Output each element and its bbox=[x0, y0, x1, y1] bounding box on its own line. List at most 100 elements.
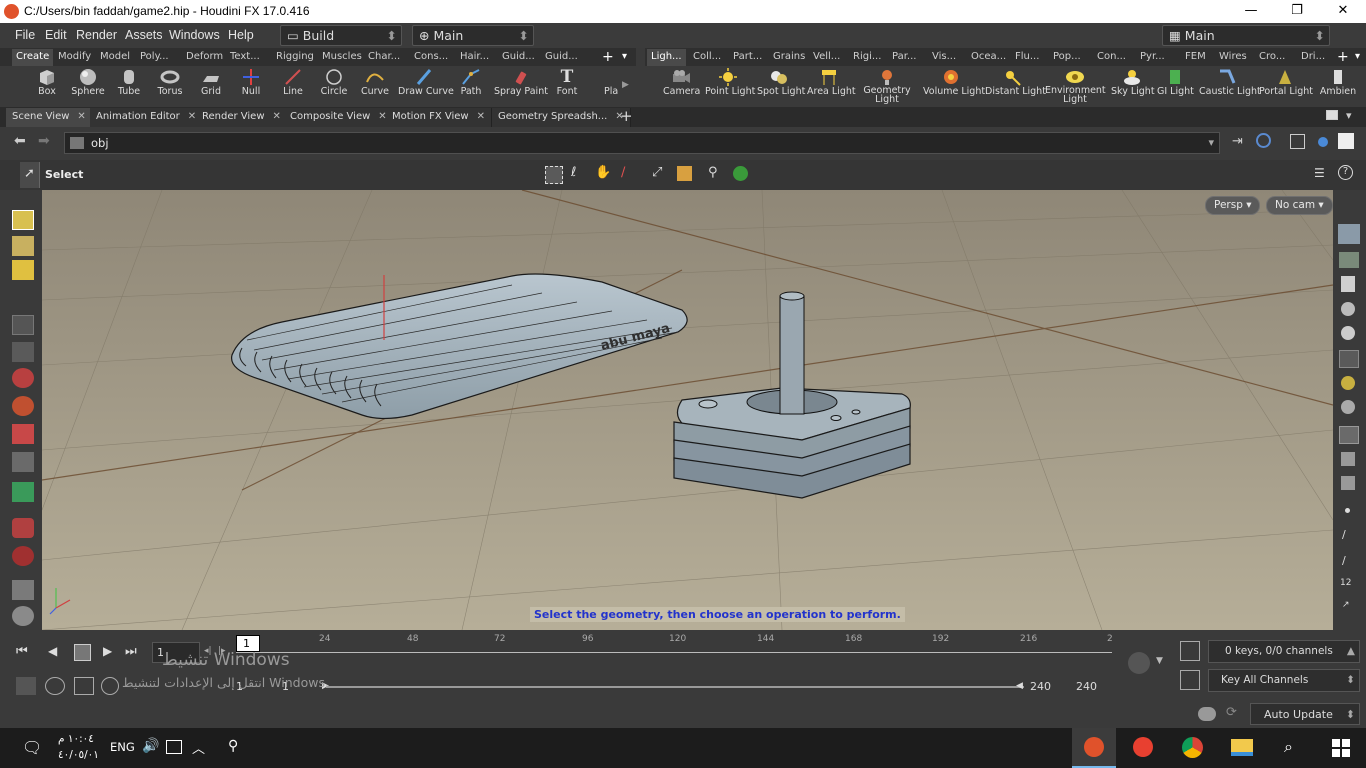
lights-icon[interactable] bbox=[1341, 400, 1355, 414]
component-tool-icon[interactable] bbox=[12, 482, 34, 502]
snap-grid-icon[interactable] bbox=[12, 518, 34, 538]
desktop-build-select[interactable]: ▭ Build ⬍ bbox=[280, 25, 402, 46]
shelf-set-select[interactable]: ▦ Main ⬍ bbox=[1162, 25, 1330, 46]
tool-path[interactable]: Path bbox=[456, 66, 486, 97]
pin-icon[interactable]: ⇥ bbox=[1232, 134, 1243, 149]
close-icon[interactable]: ✕ bbox=[273, 111, 281, 122]
shelf-tab[interactable]: Vell... bbox=[809, 49, 844, 66]
scene-viewport[interactable]: abu maya Persp ▾ No cam ▾ Select the geo… bbox=[42, 190, 1333, 630]
channels-icon[interactable] bbox=[1180, 641, 1200, 661]
shading-icon[interactable] bbox=[1341, 326, 1355, 340]
tab-motion-fx-view[interactable]: Motion FX View ✕ bbox=[386, 108, 492, 127]
ghost-icon[interactable] bbox=[1341, 302, 1355, 316]
tool-caustic-light[interactable]: Caustic Light bbox=[1199, 66, 1261, 97]
tool-sphere[interactable]: Sphere bbox=[70, 66, 106, 97]
box-select-icon[interactable] bbox=[545, 166, 563, 184]
tool-torus[interactable]: Torus bbox=[152, 66, 188, 97]
help-icon[interactable]: ? bbox=[1338, 165, 1353, 180]
close-icon[interactable]: ✕ bbox=[477, 111, 485, 122]
shelf-tab[interactable]: Pyr... bbox=[1136, 49, 1169, 66]
keys-info-field[interactable]: 0 keys, 0/0 channels ▲ bbox=[1208, 640, 1360, 663]
shelf-tab[interactable]: FEM bbox=[1181, 49, 1210, 66]
range-slider[interactable] bbox=[326, 686, 1024, 688]
scroll-right-icon[interactable]: ▶ bbox=[622, 80, 629, 90]
path-field[interactable]: obj ▾ bbox=[64, 132, 1220, 154]
menu-help[interactable]: Help bbox=[228, 28, 254, 42]
shelf-tab[interactable]: Poly... bbox=[136, 49, 173, 66]
scale-tool-icon[interactable] bbox=[12, 424, 34, 444]
clock-time[interactable]: ١٠:٠٤ م bbox=[58, 733, 94, 745]
viewport-layout-icon[interactable] bbox=[1338, 133, 1354, 149]
visibility-icon[interactable] bbox=[1339, 252, 1359, 268]
close-icon[interactable]: ✕ bbox=[188, 111, 196, 122]
forward-arrow-icon[interactable]: ➡ bbox=[38, 133, 50, 149]
tool-sky-light[interactable]: Sky Light bbox=[1111, 66, 1155, 97]
shelf-tab[interactable]: Dri... bbox=[1297, 49, 1329, 66]
select-visible-icon[interactable]: ⤢ bbox=[652, 165, 662, 180]
display-options-icon[interactable]: ☰ bbox=[1314, 166, 1325, 180]
tool-volume-light[interactable]: Volume Light bbox=[923, 66, 985, 97]
realtime-toggle-icon[interactable] bbox=[16, 677, 36, 695]
background-icon[interactable] bbox=[1341, 452, 1355, 466]
network-icon[interactable] bbox=[166, 740, 182, 754]
tool-curve[interactable]: Curve bbox=[358, 66, 392, 97]
normals-icon[interactable]: ∕ bbox=[1342, 528, 1346, 541]
audio-icon[interactable] bbox=[45, 677, 65, 695]
shelf-tab[interactable]: Guid... bbox=[541, 49, 582, 66]
headlight-icon[interactable] bbox=[1341, 376, 1355, 390]
tool-ambient-light[interactable]: Ambien bbox=[1317, 66, 1359, 97]
play-button[interactable]: ▶ bbox=[103, 644, 112, 658]
search-icon[interactable]: ⌕ bbox=[1284, 737, 1293, 757]
range-handle-right[interactable]: ◀ bbox=[1016, 681, 1023, 691]
shelf-tab[interactable]: Char... bbox=[364, 49, 404, 66]
vertex-normals-icon[interactable]: ∕ bbox=[1342, 554, 1346, 567]
jump-start-button[interactable]: ⏮ bbox=[16, 644, 28, 659]
camera-menu[interactable]: No cam ▾ bbox=[1266, 196, 1333, 215]
persp-menu[interactable]: Persp ▾ bbox=[1205, 196, 1261, 215]
lock-select-icon[interactable] bbox=[12, 342, 34, 362]
shelf-tab[interactable]: Flu... bbox=[1011, 49, 1043, 66]
tool-gi-light[interactable]: GI Light bbox=[1157, 66, 1194, 97]
taskbar-app[interactable] bbox=[1121, 728, 1165, 768]
tool-area-light[interactable]: Area Light bbox=[807, 66, 856, 97]
point-numbers-icon[interactable]: 12 bbox=[1340, 578, 1351, 588]
menu-assets[interactable]: Assets bbox=[125, 28, 163, 42]
shelf-tab[interactable]: Pop... bbox=[1049, 49, 1085, 66]
shelf-tab[interactable]: Coll... bbox=[689, 49, 725, 66]
camera-view-icon[interactable] bbox=[1341, 476, 1355, 490]
loop-icon[interactable] bbox=[74, 677, 94, 695]
shelf-tab[interactable]: Ligh... bbox=[647, 49, 686, 66]
restore-button[interactable]: ❐ bbox=[1274, 0, 1320, 23]
select-groups-icon[interactable] bbox=[677, 166, 692, 181]
edit-tool-icon[interactable] bbox=[12, 260, 34, 280]
language-indicator[interactable]: ENG bbox=[110, 740, 135, 754]
tab-render-view[interactable]: Render View ✕ bbox=[196, 108, 288, 127]
add-shelf-icon[interactable]: + bbox=[598, 47, 618, 65]
point-display-icon[interactable] bbox=[1345, 508, 1350, 513]
taskbar-explorer[interactable] bbox=[1219, 728, 1263, 768]
volume-icon[interactable]: 🔊 bbox=[142, 738, 159, 754]
lock-icon[interactable] bbox=[1341, 276, 1355, 292]
shelf-menu-icon[interactable]: ▾ bbox=[1351, 49, 1364, 66]
shelf-tab[interactable]: Guid... bbox=[498, 49, 539, 66]
lasso-select-icon[interactable]: ℓ bbox=[571, 165, 576, 180]
tool-environment-light[interactable]: Environment Light bbox=[1045, 66, 1106, 104]
shelf-tab[interactable]: Cons... bbox=[410, 49, 452, 66]
taskbar-houdini[interactable] bbox=[1072, 728, 1116, 768]
shelf-tab[interactable]: Muscles bbox=[318, 49, 366, 66]
pose-bone-icon[interactable] bbox=[12, 452, 34, 472]
play-reverse-button[interactable]: ◀ bbox=[48, 644, 57, 658]
pose-tool-icon[interactable] bbox=[12, 236, 34, 256]
select-arrow-icon[interactable] bbox=[12, 315, 34, 335]
add-shelf-icon[interactable]: + bbox=[1333, 47, 1353, 65]
chevron-up-icon[interactable]: ︿ bbox=[192, 738, 205, 757]
chat-bubble-icon[interactable] bbox=[1198, 707, 1216, 721]
end-frame-2[interactable]: 240 bbox=[1076, 680, 1097, 693]
tool-spray-paint[interactable]: Spray Paint bbox=[494, 66, 548, 97]
stop-button[interactable] bbox=[74, 644, 91, 661]
tool-draw-curve[interactable]: Draw Curve bbox=[398, 66, 454, 97]
tab-composite-view[interactable]: Composite View ✕ bbox=[284, 108, 394, 127]
tool-tube[interactable]: Tube bbox=[112, 66, 146, 97]
people-icon[interactable]: ⚲ bbox=[228, 738, 238, 754]
cube-icon[interactable] bbox=[1290, 134, 1305, 149]
